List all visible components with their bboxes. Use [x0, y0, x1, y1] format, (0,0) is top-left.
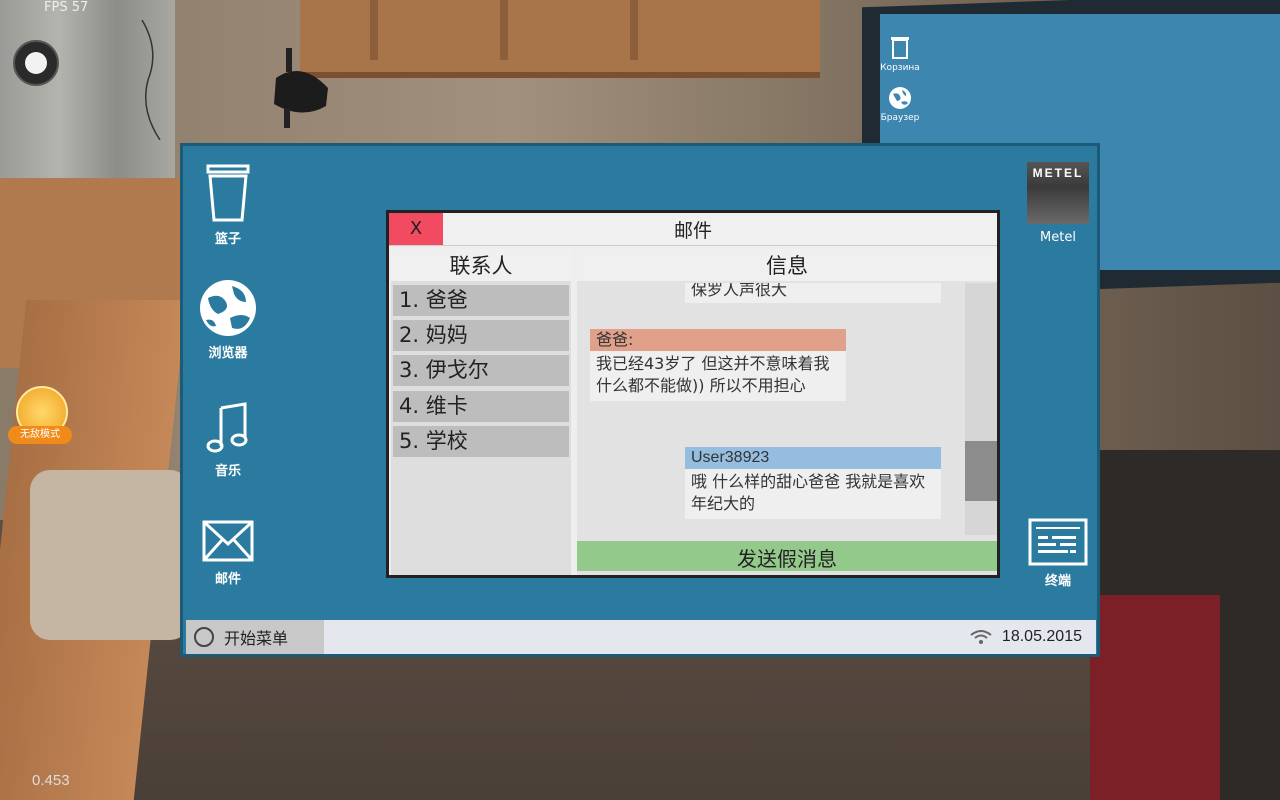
desktop-icon-label: 邮件: [214, 572, 241, 587]
message-text: 保罗人声很大: [691, 283, 788, 299]
envelope-icon: [202, 520, 254, 562]
fps-counter: FPS 57: [44, 0, 89, 15]
trash-icon: [206, 164, 250, 222]
globe-icon: [200, 280, 256, 336]
shelf-divider: [500, 0, 508, 60]
contact-item[interactable]: 1. 爸爸: [393, 285, 569, 316]
taskbar: 开始菜单 18.05.2015: [186, 620, 1096, 654]
system-tray: 18.05.2015: [970, 620, 1082, 654]
contact-item[interactable]: 4. 维卡: [393, 391, 569, 422]
desktop-icon-terminal[interactable]: 终端: [1013, 518, 1103, 589]
chair-seat: [30, 470, 190, 640]
contact-item[interactable]: 3. 伊戈尔: [393, 355, 569, 386]
contact-item[interactable]: 5. 学校: [393, 426, 569, 457]
mail-titlebar: [389, 213, 997, 246]
pc-case-front: [1090, 595, 1220, 800]
shelf-divider: [370, 0, 378, 60]
contact-item[interactable]: 2. 妈妈: [393, 320, 569, 351]
badge-label: 无敌模式: [8, 426, 72, 444]
desktop-icon-music[interactable]: 音乐: [183, 402, 273, 479]
desktop-icon-trash[interactable]: 篮子: [183, 164, 273, 247]
background-trash-icon: Корзина: [880, 34, 920, 73]
wifi-icon: [970, 630, 992, 644]
corner-value: 0.453: [32, 772, 70, 789]
message-bubble: 保罗人声很大: [685, 283, 941, 303]
background-globe-icon: Браузер: [880, 86, 920, 123]
start-circle-icon: [194, 627, 214, 647]
music-note-icon: [206, 402, 248, 453]
start-menu-label: 开始菜单: [224, 629, 289, 648]
mail-window: 邮件 X 联系人 1. 爸爸 2. 妈妈 3. 伊戈尔 4. 维卡 5. 学校 …: [386, 210, 1000, 578]
desk-lamp-icon: [274, 48, 328, 128]
scrollbar-thumb[interactable]: [965, 441, 997, 501]
start-menu-button[interactable]: 开始菜单: [186, 620, 324, 654]
desktop-icon-label: Metel: [1040, 230, 1076, 245]
desktop-icon-label: 音乐: [214, 464, 241, 479]
background-trash-label: Корзина: [880, 63, 920, 73]
desktop-icon-label: 篮子: [214, 232, 241, 247]
send-fake-message-button[interactable]: 发送假消息: [577, 541, 997, 571]
god-mode-badge[interactable]: 无敌模式: [8, 386, 72, 446]
desktop-icon-browser[interactable]: 浏览器: [183, 278, 273, 361]
close-button[interactable]: X: [389, 213, 443, 245]
metel-game-icon: METEL: [1027, 162, 1089, 224]
message-sender: 爸爸:: [590, 329, 846, 351]
wall-shelf: [300, 0, 820, 78]
message-scrollbar[interactable]: [965, 283, 997, 535]
terminal-icon: [1028, 518, 1088, 566]
message-text: 哦 什么样的甜心爸爸 我就是喜欢年纪大的: [691, 472, 926, 513]
desktop-icon-metel[interactable]: METEL Metel: [1013, 162, 1103, 245]
message-bubble: User38923 哦 什么样的甜心爸爸 我就是喜欢年纪大的: [685, 447, 941, 519]
desktop-icon-mail[interactable]: 邮件: [183, 520, 273, 587]
messages-header: 信息: [577, 249, 997, 281]
desktop-icon-label: 终端: [1044, 574, 1071, 589]
message-bubble: 爸爸: 我已经43岁了 但这并不意味着我什么都不能做)) 所以不用担心: [590, 329, 846, 401]
record-button[interactable]: [13, 40, 59, 86]
metel-logo-text: METEL: [1032, 166, 1084, 180]
contacts-panel: 联系人 1. 爸爸 2. 妈妈 3. 伊戈尔 4. 维卡 5. 学校: [391, 249, 571, 575]
message-text: 我已经43岁了 但这并不意味着我什么都不能做)) 所以不用担心: [596, 354, 830, 395]
messages-panel: 信息 保罗人声很大 爸爸: 我已经43岁了 但这并不意味着我什么都不能做)) 所…: [577, 249, 997, 575]
message-list: 保罗人声很大 爸爸: 我已经43岁了 但这并不意味着我什么都不能做)) 所以不用…: [577, 283, 997, 535]
desktop-icon-label: 浏览器: [208, 346, 248, 361]
background-browser-label: Браузер: [880, 113, 920, 123]
contacts-header: 联系人: [391, 249, 571, 281]
taskbar-date: 18.05.2015: [1001, 628, 1082, 645]
shelf-divider: [630, 0, 638, 60]
fairy-lights-icon: [141, 20, 161, 140]
message-sender: User38923: [685, 447, 941, 469]
